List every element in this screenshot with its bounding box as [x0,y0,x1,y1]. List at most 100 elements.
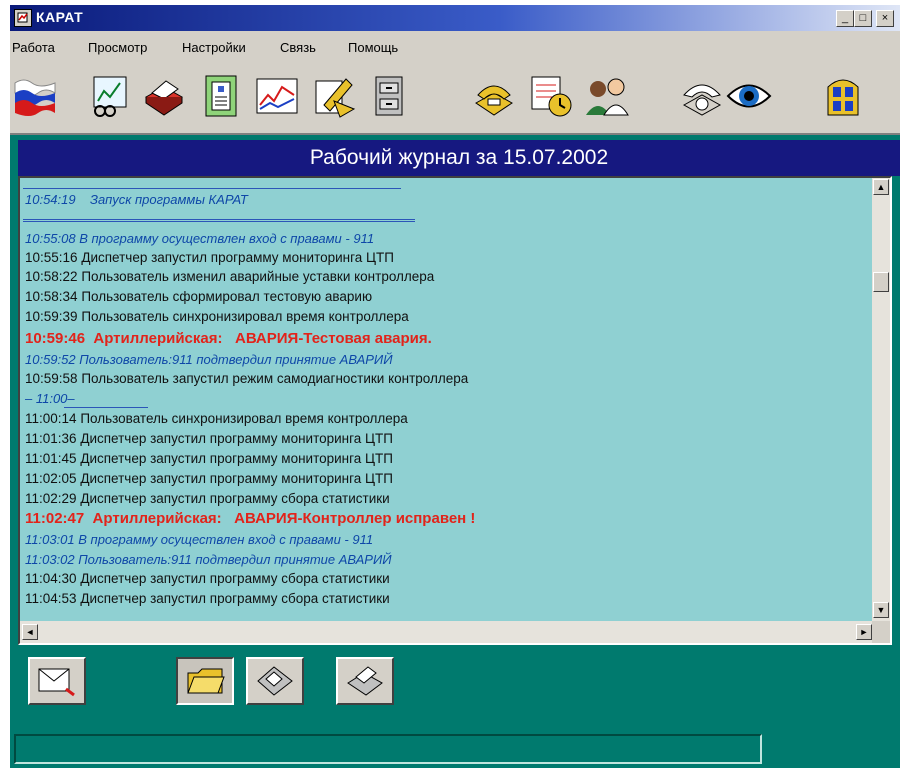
graph-icon[interactable] [254,73,300,119]
title-bar: КАРАТ _ □ × [10,5,900,31]
log-message: Диспетчер запустил программу сбора стати… [76,491,390,506]
log-message: Пользователь:911 подтвердил принятие АВА… [75,352,393,367]
save-button[interactable] [246,657,304,705]
log-alarm-entry: 11:02:47 Артиллерийская: АВАРИЯ-Контролл… [25,510,475,527]
window-title: КАРАТ [36,9,84,25]
printer-icon [347,666,383,696]
vertical-scroll-thumb[interactable] [873,272,889,292]
log-time: 10:59:39 [25,309,78,324]
log-message: Диспетчер запустил программу сбора стати… [76,571,390,586]
log-message: – 11:00– [25,391,75,406]
mail-button[interactable] [28,657,86,705]
log-time: 11:04:53 [25,591,77,606]
log-time: 11:02:05 [25,471,77,486]
log-message: Артиллерийская: АВАРИЯ-Тестовая авария. [85,330,432,347]
log-time: 11:03:02 [25,552,75,567]
close-button[interactable]: × [876,10,894,27]
log-entry: 11:03:01 В программу осуществлен вход с … [25,532,373,547]
separator-line [23,221,415,222]
users-icon[interactable] [584,73,630,119]
log-message: Диспетчер запустил программу сбора стати… [76,591,390,606]
log-entry: 10:55:08 В программу осуществлен вход с … [25,231,374,246]
calendar-clock-icon[interactable] [528,73,574,119]
log-message: Артиллерийская: АВАРИЯ-Контроллер исправ… [84,510,476,527]
log-time: 11:01:36 [25,431,77,446]
menu-settings[interactable]: Настройки [182,40,246,55]
log-entry: 11:04:53 Диспетчер запустил программу сб… [25,591,390,606]
log-message: Пользователь:911 подтвердил принятие АВА… [74,552,392,567]
menu-connection[interactable]: Связь [280,40,316,55]
separator-line [64,407,148,408]
log-entry: 11:03:02 Пользователь:911 подтвердил при… [25,552,392,567]
edit-pencil-icon[interactable] [310,73,356,119]
log-entry: 10:59:58 Пользователь запустил режим сам… [25,371,468,386]
log-time: 10:59:52 [25,352,76,367]
chart-report-icon[interactable] [86,73,132,119]
log-message: В программу осуществлен вход с правами -… [75,231,375,246]
log-time: 10:59:58 [25,371,78,386]
log-entry: 10:58:22 Пользователь изменил аварийные … [25,269,434,284]
log-time: 10:55:08 [25,231,76,246]
log-time: 11:02:29 [25,491,77,506]
log-time: 11:03:01 [25,532,75,547]
log-message: Запуск программы КАРАТ [75,192,248,207]
printer-icon[interactable] [140,73,186,119]
log-entry: 11:04:30 Диспетчер запустил программу сб… [25,571,390,586]
log-time: 11:00:14 [25,411,77,426]
scroll-left-button[interactable]: ◄ [22,624,38,640]
log-time: 10:59:46 [25,330,86,347]
rotary-phone-icon[interactable] [678,73,724,119]
maximize-button[interactable]: □ [854,10,872,27]
vertical-scrollbar[interactable]: ▲ ▼ [872,178,890,621]
log-time: 11:02:47 [25,510,85,527]
telephone-icon[interactable] [470,73,516,119]
file-cabinet-icon[interactable] [366,73,412,119]
document-icon[interactable] [198,73,244,119]
journal-title: Рабочий журнал за 15.07.2002 [309,146,609,169]
floppy-disk-icon [257,666,293,696]
log-time: 10:55:16 [25,250,78,265]
log-entry: 11:02:29 Диспетчер запустил программу сб… [25,491,390,506]
minimize-button[interactable]: _ [836,10,854,27]
log-message: Пользователь синхронизировал время контр… [76,411,408,426]
mail-envelope-icon [38,668,75,697]
log-entry: 10:59:52 Пользователь:911 подтвердил при… [25,352,393,367]
log-entry: 10:59:39 Пользователь синхронизировал вр… [25,309,409,324]
log-message: Диспетчер запустил программу мониторинга… [76,451,393,466]
open-folder-icon [187,668,225,694]
log-message: В программу осуществлен вход с правами -… [74,532,374,547]
log-message: Диспетчер запустил программу мониторинга… [76,471,393,486]
log-message: Диспетчер запустил программу мониторинга… [77,250,394,265]
log-alarm-entry: 10:59:46 Артиллерийская: АВАРИЯ-Тестовая… [25,330,432,347]
separator-line [23,188,401,189]
scroll-up-button[interactable]: ▲ [873,179,889,195]
russia-flag-icon[interactable] [12,73,58,119]
log-panel: 10:54:19 Запуск программы КАРАТ 10:55:08 … [18,176,892,645]
log-message: Диспетчер запустил программу мониторинга… [76,431,393,446]
menu-work[interactable]: Работа [12,40,55,55]
app-icon[interactable] [14,9,32,27]
open-folder-button[interactable] [176,657,234,705]
log-message: Пользователь изменил аварийные уставки к… [77,269,435,284]
menu-help[interactable]: Помощь [348,40,398,55]
print-button[interactable] [336,657,394,705]
log-message: Пользователь запустил режим самодиагност… [77,371,469,386]
scroll-right-button[interactable]: ► [856,624,872,640]
log-time: 10:58:22 [25,269,78,284]
menu-bar: Работа Просмотр Настройки Связь Помощь [10,31,900,61]
horizontal-scrollbar[interactable]: ◄ ► [20,621,874,643]
eye-icon[interactable] [726,73,772,119]
log-entry: 10:55:16 Диспетчер запустил программу мо… [25,250,394,265]
building-icon[interactable] [820,73,866,119]
log-time: 10:54:19 [25,192,76,207]
log-entry: – 11:00– [25,391,75,406]
menu-view[interactable]: Просмотр [88,40,147,55]
scroll-corner [872,621,890,643]
log-entry: 11:01:45 Диспетчер запустил программу мо… [25,451,393,466]
scroll-down-button[interactable]: ▼ [873,602,889,618]
log-area[interactable]: 10:54:19 Запуск программы КАРАТ 10:55:08 … [20,178,874,621]
log-entry: 11:02:05 Диспетчер запустил программу мо… [25,471,393,486]
log-time: 10:58:34 [25,289,78,304]
main-window: КАРАТ _ □ × Работа Просмотр Настройки Св… [10,5,900,768]
separator-line [23,219,415,220]
